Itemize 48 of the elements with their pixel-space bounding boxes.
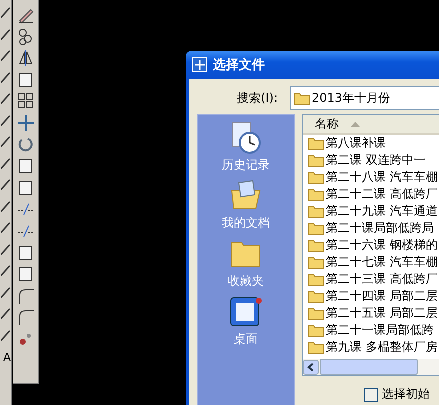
folder-icon bbox=[308, 205, 324, 218]
sort-arrow-icon bbox=[351, 122, 360, 126]
folder-icon bbox=[308, 171, 324, 184]
mirror-icon[interactable] bbox=[16, 49, 34, 68]
folder-icon bbox=[308, 154, 324, 167]
folder-icon bbox=[308, 256, 324, 269]
rotate-icon[interactable] bbox=[16, 136, 34, 154]
chamfer-icon[interactable] bbox=[16, 286, 34, 305]
folder-row[interactable]: 第二十三课 高低跨厂 bbox=[303, 271, 439, 288]
fillet-icon[interactable] bbox=[16, 308, 34, 326]
folder-icon bbox=[308, 137, 324, 150]
folder-row[interactable]: 第二十一课局部低跨 bbox=[303, 322, 439, 339]
folder-icon bbox=[308, 222, 324, 235]
folder-row[interactable]: 第二十六课 钢楼梯的 bbox=[303, 237, 439, 254]
folder-icon bbox=[308, 324, 324, 337]
folder-icon bbox=[308, 273, 324, 286]
folder-row[interactable]: 第二十二课 高低跨厂 bbox=[303, 186, 439, 203]
folder-icon bbox=[294, 92, 310, 104]
text-tool-label[interactable]: A bbox=[3, 352, 11, 364]
folder-row[interactable]: 第二课 双连跨中一 bbox=[303, 152, 439, 169]
folder-row[interactable]: 第二十七课 汽车车棚 bbox=[303, 254, 439, 271]
window-title: 选择文件 bbox=[213, 56, 265, 74]
app-icon bbox=[192, 57, 208, 73]
checkbox-label: 选择初始 bbox=[382, 386, 430, 403]
folder-row[interactable]: 第九课 多榀整体厂房 bbox=[303, 339, 439, 356]
location-dropdown[interactable]: 2013年十月份 bbox=[290, 86, 439, 110]
search-label: 搜索(I): bbox=[236, 90, 279, 106]
array-icon[interactable] bbox=[16, 92, 34, 110]
scroll-left-icon[interactable] bbox=[303, 360, 319, 374]
folder-row[interactable]: 第八课补课 bbox=[303, 135, 439, 152]
move-icon[interactable] bbox=[16, 114, 34, 132]
folder-row[interactable]: 第二十九课 汽车通道 bbox=[303, 203, 439, 220]
desktop-icon bbox=[229, 295, 263, 329]
folder-icon bbox=[308, 341, 324, 354]
folder-row[interactable]: 第二十五课 局部二层 bbox=[303, 305, 439, 322]
location-value: 2013年十月份 bbox=[312, 90, 391, 106]
folder-icon bbox=[308, 307, 324, 320]
folder-row[interactable]: 第二十四课 局部二层 bbox=[303, 288, 439, 305]
folder-icon bbox=[308, 290, 324, 303]
copy-icon[interactable] bbox=[16, 28, 34, 46]
scroll-thumb[interactable] bbox=[320, 359, 418, 375]
column-header[interactable]: 名称 bbox=[303, 115, 439, 135]
folder-row[interactable]: 第二十课局部低跨局 bbox=[303, 220, 439, 237]
checkbox[interactable] bbox=[364, 388, 378, 402]
horizontal-scrollbar[interactable] bbox=[303, 359, 439, 375]
folder-icon bbox=[308, 188, 324, 201]
folder-row[interactable]: 第二十八课 汽车车棚 bbox=[303, 169, 439, 186]
folder-icon bbox=[308, 239, 324, 252]
